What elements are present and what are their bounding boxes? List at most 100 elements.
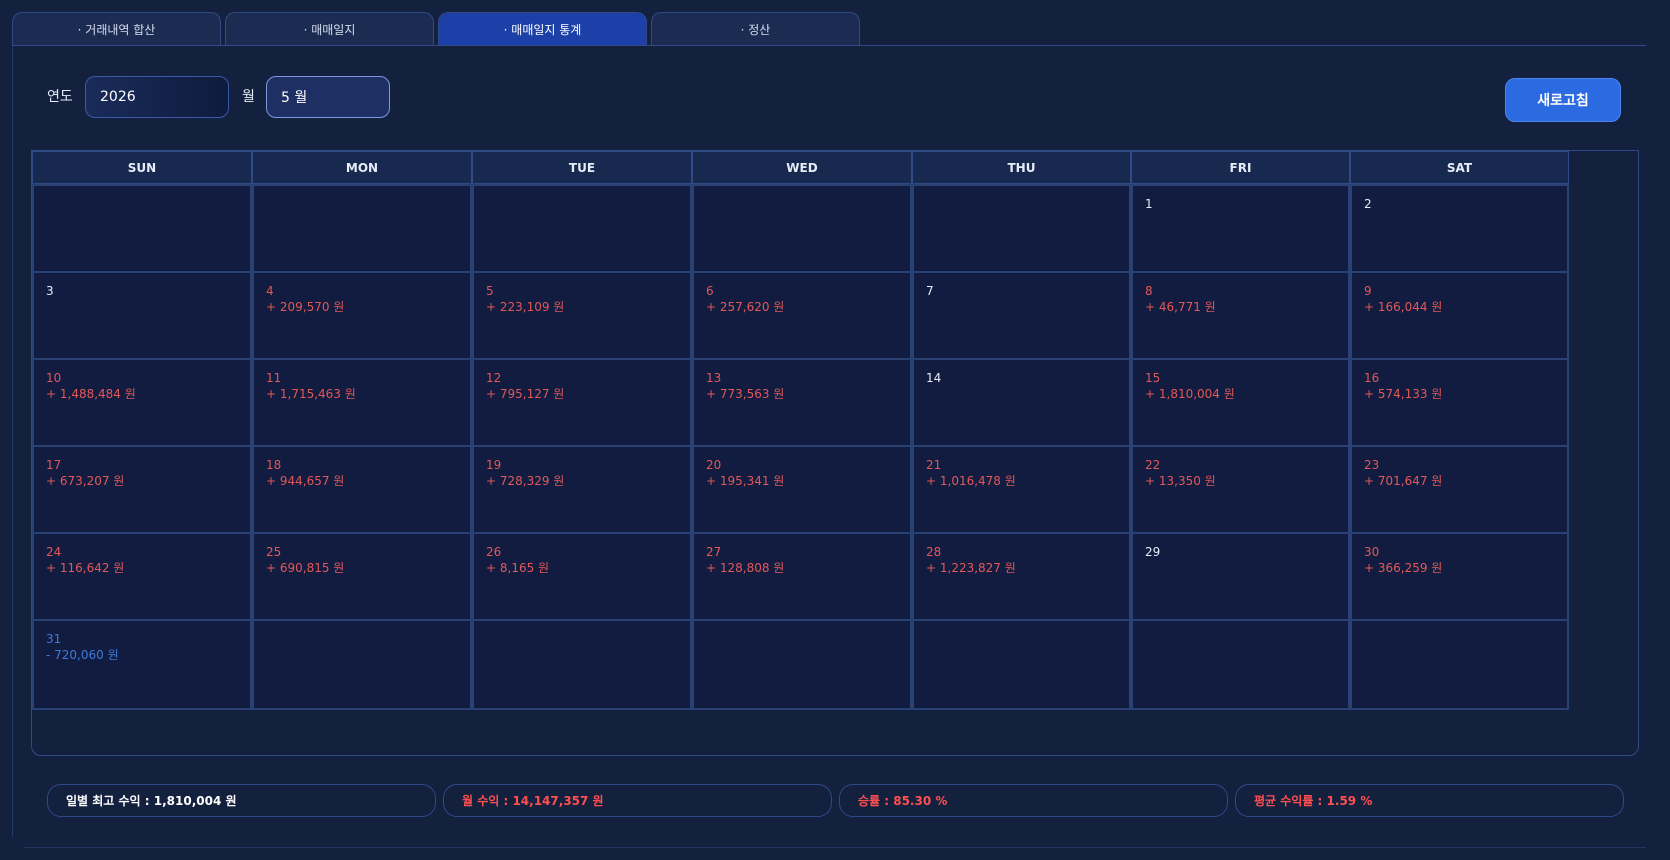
day-number: 25	[266, 545, 282, 559]
day-profit: + 701,647 원	[1364, 474, 1443, 488]
day-profit: + 128,808 원	[706, 561, 785, 575]
day-number: 13	[706, 371, 722, 385]
day-cell[interactable]: 24 + 116,642 원	[32, 532, 252, 623]
day-number: 21	[926, 458, 942, 472]
day-profit: + 8,165 원	[486, 561, 550, 575]
day-number: 2	[1364, 197, 1372, 211]
day-cell[interactable]: 25 + 690,815 원	[252, 532, 472, 623]
day-profit: + 46,771 원	[1145, 300, 1216, 314]
year-label: 연도	[47, 89, 73, 105]
day-profit: + 366,259 원	[1364, 561, 1443, 575]
weekday-header: MON	[252, 151, 472, 184]
day-number: 15	[1145, 371, 1161, 385]
day-number: 6	[706, 284, 714, 298]
day-number: 26	[486, 545, 502, 559]
empty-day-cell	[252, 184, 472, 275]
bottom-divider	[24, 847, 1646, 848]
day-number: 24	[46, 545, 62, 559]
day-cell[interactable]: 26 + 8,165 원	[472, 532, 692, 623]
day-cell[interactable]: 22 + 13,350 원	[1131, 445, 1350, 536]
day-cell[interactable]: 27 + 128,808 원	[692, 532, 912, 623]
day-cell[interactable]: 2	[1350, 184, 1569, 275]
summary-stat: 월 수익 : 14,147,357 원	[443, 784, 832, 817]
day-profit: + 223,109 원	[486, 300, 565, 314]
day-cell[interactable]: 12 + 795,127 원	[472, 358, 692, 449]
day-profit: + 773,563 원	[706, 387, 785, 401]
day-cell[interactable]: 21 + 1,016,478 원	[912, 445, 1131, 536]
day-cell[interactable]: 28 + 1,223,827 원	[912, 532, 1131, 623]
day-cell[interactable]: 10 + 1,488,484 원	[32, 358, 252, 449]
day-cell[interactable]: 8 + 46,771 원	[1131, 271, 1350, 362]
tab-3[interactable]: · 매매일지 통계	[438, 12, 647, 45]
day-number: 3	[46, 284, 54, 298]
day-cell[interactable]: 20 + 195,341 원	[692, 445, 912, 536]
weekday-header: SAT	[1350, 151, 1569, 184]
day-cell[interactable]: 14	[912, 358, 1131, 449]
tab-bar: · 거래내역 합산 · 매매일지 · 매매일지 통계 · 정산	[12, 12, 860, 45]
day-cell[interactable]: 23 + 701,647 원	[1350, 445, 1569, 536]
empty-day-cell	[912, 619, 1131, 710]
day-number: 16	[1364, 371, 1380, 385]
day-cell[interactable]: 1	[1131, 184, 1350, 275]
day-profit: + 209,570 원	[266, 300, 345, 314]
summary-bar: 일별 최고 수익 : 1,810,004 원월 수익 : 14,147,357 …	[47, 784, 1624, 817]
day-cell[interactable]: 15 + 1,810,004 원	[1131, 358, 1350, 449]
day-cell[interactable]: 31 - 720,060 원	[32, 619, 252, 710]
calendar: SUN MON TUE WED THU FRI SAT 1 2 3 4 + 209,570 원 5 + 2…	[31, 150, 1639, 756]
summary-stat: 평균 수익률 : 1.59 %	[1235, 784, 1624, 817]
summary-stat: 일별 최고 수익 : 1,810,004 원	[47, 784, 436, 817]
day-cell[interactable]: 6 + 257,620 원	[692, 271, 912, 362]
day-cell[interactable]: 29	[1131, 532, 1350, 623]
day-number: 12	[486, 371, 502, 385]
day-number: 22	[1145, 458, 1161, 472]
day-cell[interactable]: 3	[32, 271, 252, 362]
day-number: 7	[926, 284, 934, 298]
day-cell[interactable]: 19 + 728,329 원	[472, 445, 692, 536]
day-cell[interactable]: 18 + 944,657 원	[252, 445, 472, 536]
day-number: 5	[486, 284, 494, 298]
empty-day-cell	[252, 619, 472, 710]
day-cell[interactable]: 30 + 366,259 원	[1350, 532, 1569, 623]
day-number: 10	[46, 371, 62, 385]
day-profit: + 1,223,827 원	[926, 561, 1016, 575]
empty-day-cell	[472, 184, 692, 275]
day-profit: + 1,715,463 원	[266, 387, 356, 401]
refresh-button[interactable]: 새로고침	[1505, 78, 1621, 122]
day-cell[interactable]: 9 + 166,044 원	[1350, 271, 1569, 362]
day-cell[interactable]: 5 + 223,109 원	[472, 271, 692, 362]
empty-day-cell	[1131, 619, 1350, 710]
day-profit: + 13,350 원	[1145, 474, 1216, 488]
day-cell[interactable]: 11 + 1,715,463 원	[252, 358, 472, 449]
day-profit: + 195,341 원	[706, 474, 785, 488]
day-cell[interactable]: 4 + 209,570 원	[252, 271, 472, 362]
day-cell[interactable]: 17 + 673,207 원	[32, 445, 252, 536]
weekday-header: TUE	[472, 151, 692, 184]
year-input[interactable]: 2026	[85, 76, 229, 118]
day-cell[interactable]: 16 + 574,133 원	[1350, 358, 1569, 449]
day-profit: + 690,815 원	[266, 561, 345, 575]
day-number: 28	[926, 545, 942, 559]
day-number: 11	[266, 371, 282, 385]
month-select[interactable]: 5 월	[266, 76, 390, 118]
tab-1[interactable]: · 거래내역 합산	[12, 12, 221, 45]
tab-2[interactable]: · 매매일지	[225, 12, 434, 45]
day-cell[interactable]: 7	[912, 271, 1131, 362]
weekday-header: SUN	[32, 151, 252, 184]
day-number: 17	[46, 458, 62, 472]
day-profit: + 166,044 원	[1364, 300, 1443, 314]
empty-day-cell	[912, 184, 1131, 275]
summary-stat: 승률 : 85.30 %	[839, 784, 1228, 817]
day-cell[interactable]: 13 + 773,563 원	[692, 358, 912, 449]
day-number: 23	[1364, 458, 1380, 472]
day-number: 27	[706, 545, 722, 559]
day-number: 30	[1364, 545, 1380, 559]
empty-day-cell	[472, 619, 692, 710]
weekday-header: THU	[912, 151, 1131, 184]
day-profit: + 1,016,478 원	[926, 474, 1016, 488]
tab-4[interactable]: · 정산	[651, 12, 860, 45]
day-profit: + 795,127 원	[486, 387, 565, 401]
weekday-header: FRI	[1131, 151, 1350, 184]
day-profit: + 116,642 원	[46, 561, 125, 575]
day-number: 4	[266, 284, 274, 298]
weekday-header: WED	[692, 151, 912, 184]
